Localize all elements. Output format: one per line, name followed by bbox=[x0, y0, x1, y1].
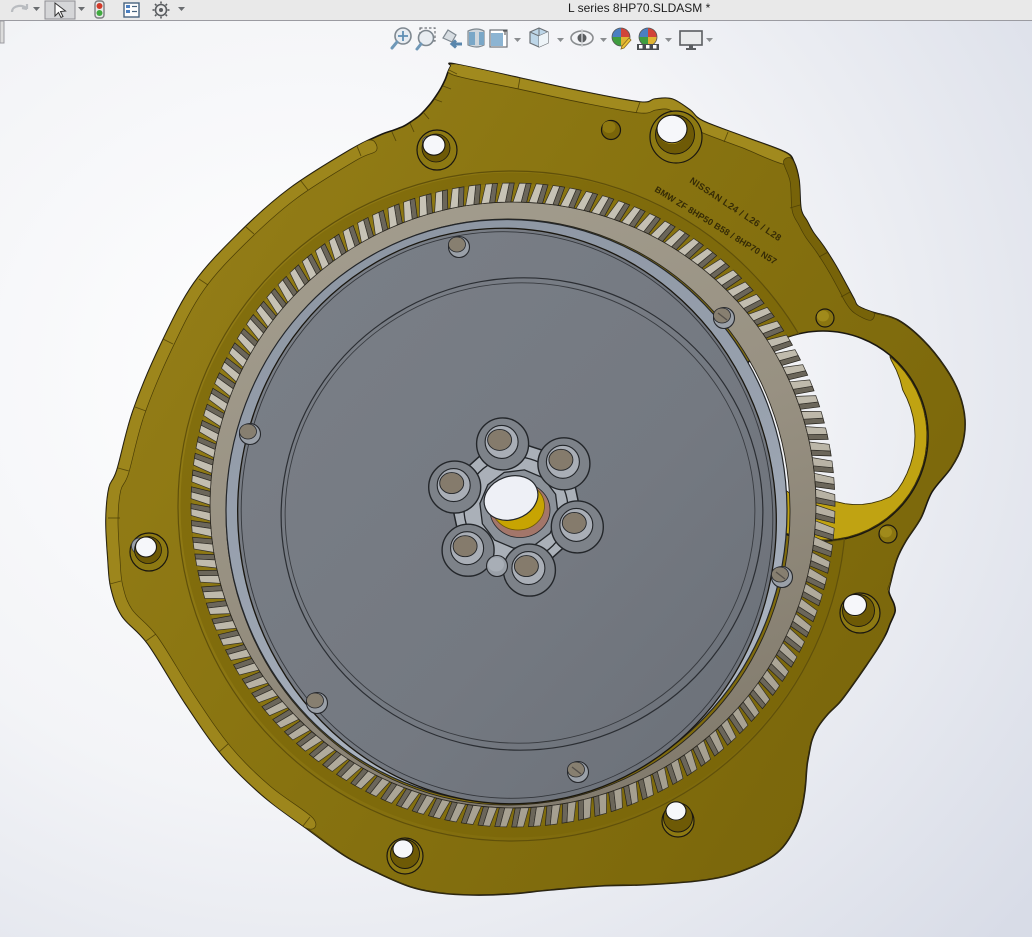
svg-text:L series 8HP70.SLDASM *: L series 8HP70.SLDASM * bbox=[568, 1, 711, 15]
